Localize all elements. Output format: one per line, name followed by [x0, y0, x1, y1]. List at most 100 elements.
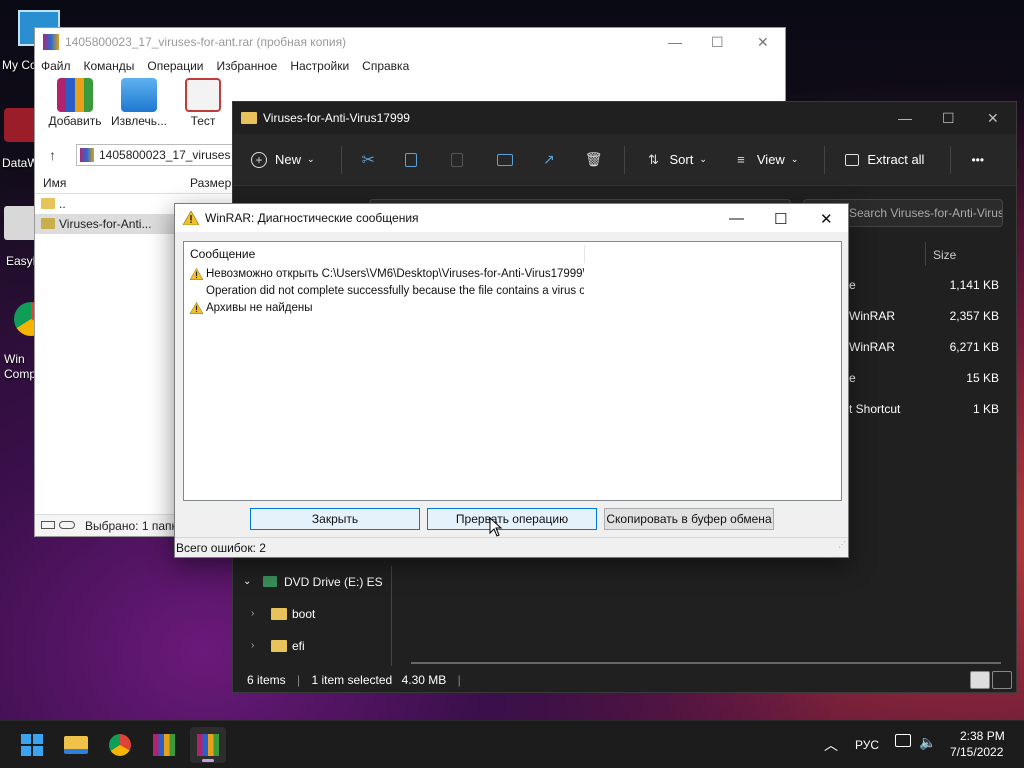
minimize-button[interactable]: — — [898, 110, 912, 126]
tiles-view-button[interactable] — [992, 671, 1012, 689]
close-button[interactable]: ✕ — [757, 34, 769, 51]
network-icon[interactable] — [895, 734, 911, 747]
sort-button[interactable]: ⇅ Sort ⌄ — [645, 152, 707, 168]
menu-file[interactable]: Файл — [41, 59, 71, 73]
test-button[interactable]: Тест — [171, 76, 235, 128]
paste-icon[interactable] — [450, 152, 463, 167]
rename-icon[interactable] — [496, 153, 513, 166]
window-title: Viruses-for-Anti-Virus17999 — [263, 111, 410, 125]
mouse-cursor-icon — [489, 517, 503, 537]
language-indicator[interactable]: РУС — [855, 738, 879, 752]
message-row[interactable]: Архивы не найдены — [184, 300, 584, 317]
tree-item-boot[interactable]: › boot — [233, 598, 393, 630]
up-arrow-icon[interactable]: ↑ — [49, 147, 56, 163]
taskbar-chrome[interactable] — [102, 727, 138, 763]
table-row[interactable]: WinRAR 2,357 KB — [833, 301, 1013, 332]
table-row[interactable]: e 15 KB — [833, 363, 1013, 394]
selected-count: 1 item selected — [311, 673, 393, 687]
folder-icon — [41, 198, 55, 209]
plus-circle-icon: + — [251, 151, 267, 168]
file-type: e — [849, 278, 856, 292]
column-name[interactable]: Имя — [43, 176, 66, 190]
clock-date[interactable]: 7/15/2022 — [950, 745, 1003, 759]
copy-to-clipboard-button[interactable]: Скопировать в буфер обмена — [604, 508, 774, 530]
view-button[interactable]: ≡ View ⌄ — [733, 152, 798, 168]
status-divider: | — [297, 673, 301, 687]
extract-button[interactable]: Извлечь... — [107, 76, 171, 128]
view-label: View — [756, 152, 785, 167]
more-options-button[interactable]: ••• — [971, 153, 984, 167]
divider — [624, 145, 626, 174]
abort-operation-button[interactable]: Прервать операцию — [427, 508, 597, 530]
key-icon — [59, 521, 75, 529]
table-row[interactable]: e 1,141 KB — [833, 270, 1013, 301]
menu-help[interactable]: Справка — [362, 59, 409, 73]
clock-time[interactable]: 2:38 PM — [960, 729, 1005, 743]
maximize-button[interactable]: ☐ — [942, 110, 955, 127]
file-rows: e 1,141 KB WinRAR 2,357 KB WinRAR 6,271 KB … — [833, 270, 1013, 425]
add-button[interactable]: Добавить — [43, 76, 107, 128]
tree-item-efi[interactable]: › efi — [233, 630, 393, 662]
share-icon[interactable]: ↗ — [543, 151, 555, 168]
taskbar-winrar-2[interactable] — [190, 727, 226, 763]
table-row[interactable]: t Shortcut 1 KB — [833, 394, 1013, 425]
column-header: Size — [833, 242, 1013, 266]
tree-item-dvd-drive[interactable]: ⌄ DVD Drive (E:) ES — [233, 566, 393, 598]
maximize-button[interactable]: ☐ — [711, 34, 724, 51]
close-dialog-button[interactable]: Закрыть — [250, 508, 420, 530]
divider — [950, 145, 952, 174]
navigation-tree: ⌄ DVD Drive (E:) ES › boot › efi — [233, 566, 393, 662]
resize-grip-icon[interactable]: ⋰ — [838, 535, 846, 555]
maximize-button[interactable]: ☐ — [774, 210, 787, 228]
desktop-icon-label: My Co — [2, 58, 37, 72]
menu-commands[interactable]: Команды — [84, 59, 135, 73]
taskbar-file-explorer[interactable] — [58, 727, 94, 763]
dialog-title: WinRAR: Диагностические сообщения — [205, 211, 419, 225]
status-text: Выбрано: 1 папка — [85, 518, 184, 533]
chevron-right-icon: › — [251, 608, 255, 619]
message-list[interactable]: Сообщение Невозможно открыть C:\Users\VM… — [183, 241, 842, 501]
address-bar: ↑ 1405800023_17_viruses — [35, 140, 235, 170]
winrar-icon — [197, 734, 219, 756]
copy-icon[interactable] — [404, 152, 417, 167]
explorer-titlebar: Viruses-for-Anti-Virus17999 — ☐ ✕ — [233, 102, 1016, 134]
start-button[interactable] — [14, 727, 50, 763]
menu-settings[interactable]: Настройки — [290, 59, 349, 73]
status-divider: | — [457, 673, 461, 687]
column-size[interactable]: Размер — [190, 172, 231, 194]
close-button[interactable]: ✕ — [987, 110, 999, 127]
details-view-button[interactable] — [970, 671, 990, 689]
delete-icon[interactable]: 🗑 — [585, 151, 603, 168]
tool-label: Тест — [190, 114, 216, 128]
cut-icon[interactable]: ✂ — [362, 150, 375, 170]
show-hidden-icons-button[interactable]: ︿ — [824, 735, 838, 755]
taskbar-winrar-1[interactable] — [146, 727, 182, 763]
chrome-icon — [109, 734, 131, 756]
menu-operations[interactable]: Операции — [147, 59, 203, 73]
minimize-button[interactable]: — — [668, 34, 682, 50]
extract-all-button[interactable]: Extract all — [845, 152, 924, 167]
message-row[interactable]: Невозможно открыть C:\Users\VM6\Desktop\… — [184, 266, 584, 283]
tree-label: DVD Drive (E:) ES — [284, 575, 383, 589]
message-row[interactable]: Operation did not complete successfully … — [184, 283, 584, 300]
horizontal-scrollbar[interactable] — [411, 662, 1001, 664]
extract-all-label: Extract all — [867, 152, 925, 167]
close-button[interactable]: ✕ — [820, 210, 833, 228]
volume-icon[interactable]: 🔈 — [919, 734, 936, 751]
address-field[interactable]: 1405800023_17_viruses — [76, 144, 235, 166]
column-message[interactable]: Сообщение — [184, 242, 841, 266]
new-button[interactable]: + New ⌄ — [251, 151, 315, 168]
extract-all-icon — [845, 153, 860, 166]
divider — [824, 145, 826, 174]
message-text: Operation did not complete successfully … — [206, 285, 584, 297]
menu-favorites[interactable]: Избранное — [217, 59, 278, 73]
table-row[interactable]: WinRAR 6,271 KB — [833, 332, 1013, 363]
chevron-down-icon: ⌄ — [699, 154, 707, 164]
minimize-button[interactable]: — — [729, 210, 744, 227]
chevron-right-icon: › — [251, 640, 255, 651]
column-size[interactable]: Size — [933, 248, 956, 262]
warning-icon — [190, 268, 203, 280]
tree-label: boot — [292, 607, 316, 621]
menu-bar: Файл Команды Операции Избранное Настройк… — [35, 56, 785, 76]
item-name: Viruses-for-Anti... — [59, 217, 152, 231]
